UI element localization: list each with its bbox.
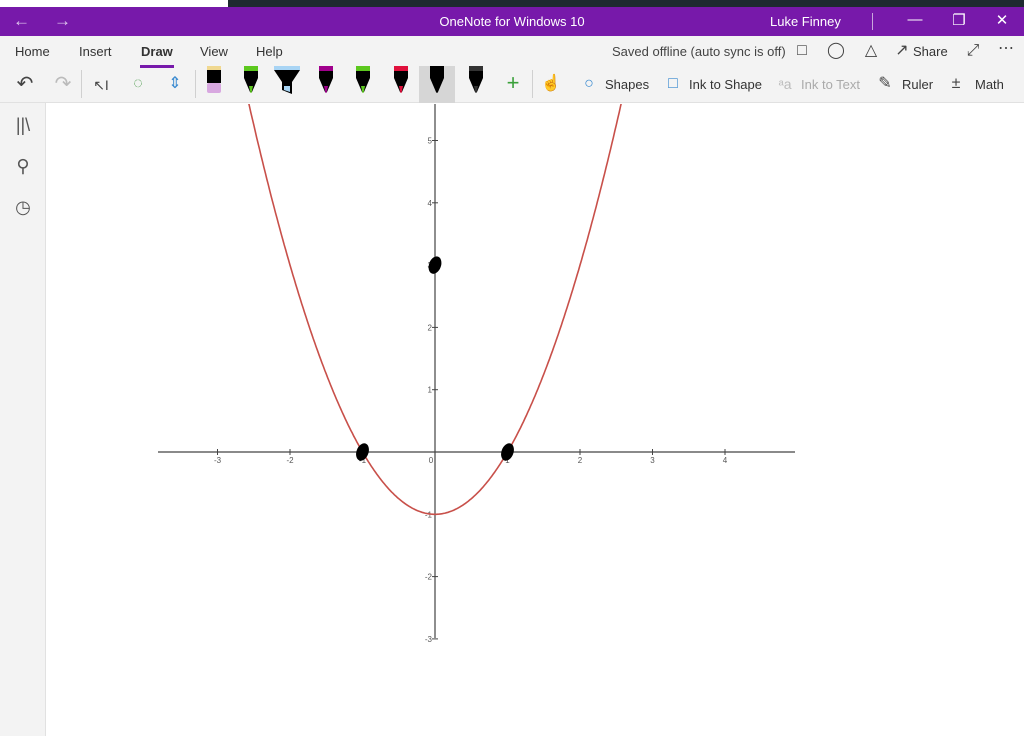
pencil-tool-1[interactable] <box>240 66 262 96</box>
lasso-text-select-icon[interactable]: ↖I <box>90 75 112 95</box>
undo-icon[interactable]: ↶ <box>14 74 36 94</box>
x-tick-label: 4 <box>723 456 728 465</box>
pen-tool-5[interactable] <box>390 66 412 96</box>
lightbulb-icon[interactable]: ◯ <box>826 41 846 61</box>
redo-icon[interactable]: ↷ <box>52 74 74 94</box>
x-tick-label: 0 <box>429 456 434 465</box>
pen-tool-7[interactable] <box>465 66 487 96</box>
y-tick-label: 4 <box>428 199 433 208</box>
y-tick-label: 3 <box>428 261 433 270</box>
add-space-icon[interactable]: ⇕ <box>164 74 186 94</box>
divider <box>532 70 533 98</box>
shapes-icon[interactable]: ○ <box>578 74 600 94</box>
fullscreen-icon[interactable]: ⤢ <box>963 41 983 61</box>
y-tick-label: -2 <box>425 573 433 582</box>
lasso-select-icon[interactable]: ◌ <box>127 74 149 94</box>
eraser-tool-0[interactable] <box>203 66 225 96</box>
add-pen-icon[interactable]: + <box>502 72 524 94</box>
tab-draw[interactable]: Draw <box>140 44 174 68</box>
pen-tool-6[interactable] <box>419 66 455 103</box>
search-icon[interactable]: ⚲ <box>12 156 34 176</box>
divider <box>872 13 873 30</box>
user-name[interactable]: Luke Finney <box>770 14 841 29</box>
math-button[interactable]: Math <box>975 76 1004 94</box>
ink-dot <box>356 443 369 461</box>
ink-replay-icon[interactable]: ☝ <box>540 74 562 94</box>
ink-to-text-button: Ink to Text <box>801 77 861 92</box>
x-tick-label: 3 <box>650 456 655 465</box>
sticky-notes-icon[interactable]: □ <box>792 41 812 61</box>
ink-to-text-icon: ᵃa <box>778 76 792 92</box>
sync-status: Saved offline (auto sync is off) <box>612 44 786 59</box>
pen-tool-3[interactable] <box>315 66 337 96</box>
math-icon[interactable]: ± <box>946 74 966 94</box>
pen-tool-4[interactable] <box>352 66 374 96</box>
share-icon[interactable]: ↗ <box>893 41 911 61</box>
divider <box>81 70 82 98</box>
tab-home[interactable]: Home <box>15 44 50 59</box>
x-tick-label: -3 <box>214 456 222 465</box>
y-tick-label: 5 <box>428 137 433 146</box>
shapes-button[interactable]: Shapes <box>605 76 649 94</box>
ink-dot <box>501 443 514 461</box>
y-tick-label: 2 <box>428 323 433 332</box>
ink-to-shape-icon[interactable]: □ <box>662 74 684 94</box>
close-button[interactable]: ✕ <box>987 11 1017 29</box>
highlighter-tool-2[interactable] <box>274 66 300 96</box>
recent-clock-icon[interactable]: ◷ <box>12 197 34 217</box>
ruler-icon[interactable]: ✎ <box>875 74 895 94</box>
y-tick-label: -1 <box>425 510 433 519</box>
share-button[interactable]: Share <box>913 44 948 59</box>
tab-view[interactable]: View <box>200 44 228 59</box>
notebooks-icon[interactable]: ||\ <box>12 115 34 135</box>
title-bar: ← → OneNote for Windows 10 Luke Finney —… <box>0 7 1024 36</box>
x-tick-label: 2 <box>578 456 583 465</box>
bell-icon[interactable]: △ <box>861 41 881 61</box>
y-tick-label: 1 <box>428 386 433 395</box>
restore-button[interactable]: ❐ <box>944 11 974 29</box>
ink-dot <box>428 256 442 274</box>
divider <box>195 70 196 98</box>
sidebar: ||\ ⚲ ◷ <box>0 103 46 736</box>
x-tick-label: -2 <box>286 456 294 465</box>
x-tick-label: -1 <box>359 456 367 465</box>
taskbar-strip <box>0 0 1024 7</box>
minimize-button[interactable]: — <box>900 11 930 28</box>
tab-insert[interactable]: Insert <box>79 44 112 59</box>
window-title: OneNote for Windows 10 <box>439 14 585 29</box>
parabola-curve <box>248 104 622 516</box>
ribbon: Home Insert Draw View Help Saved offline… <box>0 36 1024 103</box>
x-tick-label: 1 <box>505 456 510 465</box>
ink-to-shape-button[interactable]: Ink to Shape <box>689 76 762 94</box>
y-tick-label: -3 <box>425 635 433 644</box>
more-icon[interactable]: ⋯ <box>996 39 1016 59</box>
ruler-button[interactable]: Ruler <box>902 76 933 94</box>
graph-canvas[interactable]: -3 -2 -1 0 1 2 3 4 -3 -2 -1 1 2 3 4 5 <box>0 0 1024 736</box>
tab-help[interactable]: Help <box>256 44 283 59</box>
